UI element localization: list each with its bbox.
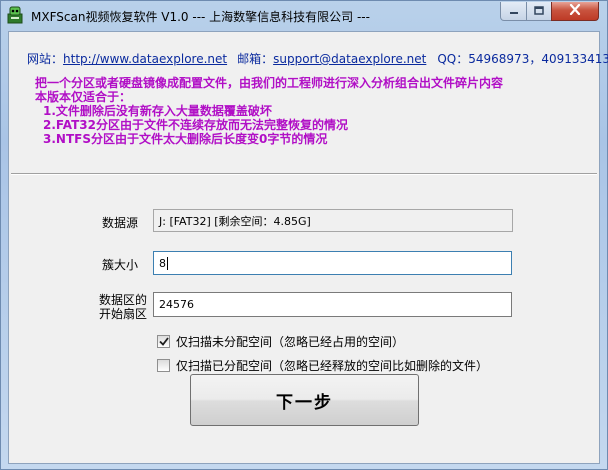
section-divider (11, 173, 597, 175)
intro-item-3: 3.NTFS分区由于文件太大删除后长度变0字节的情况 (43, 132, 328, 146)
scan-allocated-checkbox[interactable] (157, 359, 170, 372)
scan-unallocated-label: 仅扫描未分配空间（忽略已经占用的空间） (176, 335, 405, 349)
app-window: MXFScan视频恢复软件 V1.0 --- 上海数擎信息科技有限公司 --- … (0, 0, 608, 470)
scan-allocated-label: 仅扫描已分配空间（忽略已经释放的空间比如删除的文件） (176, 359, 489, 373)
window-title: MXFScan视频恢复软件 V1.0 --- 上海数擎信息科技有限公司 --- (31, 10, 370, 24)
site-label: 网站： (27, 52, 64, 66)
start-sector-label-line1: 数据区的 (99, 293, 148, 307)
title-bar[interactable]: MXFScan视频恢复软件 V1.0 --- 上海数擎信息科技有限公司 --- (1, 1, 607, 31)
minimize-button[interactable] (500, 2, 527, 21)
site-link[interactable]: http://www.dataexplore.net (63, 52, 227, 66)
intro-item-1: 1.文件删除后没有新存入大量数据覆盖破坏 (43, 104, 272, 118)
mail-link[interactable]: support@dataexplore.net (273, 52, 426, 66)
start-sector-label-line2: 开始扇区 (99, 307, 148, 321)
start-sector-input[interactable]: 24576 (153, 292, 512, 317)
check-icon (158, 335, 169, 349)
source-label: 数据源 (102, 216, 139, 230)
text-caret (167, 256, 168, 270)
scan-allocated-option[interactable]: 仅扫描已分配空间（忽略已经释放的空间比如删除的文件） (157, 357, 488, 374)
qq-numbers: 54968973，409133413 (468, 52, 608, 66)
mail-label: 邮箱： (237, 52, 274, 66)
close-button[interactable] (551, 2, 599, 21)
app-icon (7, 6, 23, 24)
close-icon (569, 3, 581, 18)
intro-line-1: 把一个分区或者硬盘镜像成配置文件，由我们的工程师进行深入分析组合出文件碎片内容 (35, 76, 504, 90)
qq-label: QQ： (437, 52, 469, 66)
source-field: J: [FAT32] [剩余空间：4.85G] (153, 209, 513, 232)
maximize-icon (534, 4, 544, 18)
contact-line: 网站：http://www.dataexplore.net 邮箱：support@… (27, 50, 608, 67)
intro-line-2: 本版本仅适合于： (35, 90, 132, 104)
intro-text: 把一个分区或者硬盘镜像成配置文件，由我们的工程师进行深入分析组合出文件碎片内容 … (35, 76, 503, 146)
scan-unallocated-checkbox[interactable] (157, 335, 170, 348)
start-sector-label: 数据区的 开始扇区 (99, 293, 147, 321)
cluster-size-label: 簇大小 (102, 258, 139, 272)
intro-item-2: 2.FAT32分区由于文件不连续存放而无法完整恢复的情况 (43, 118, 348, 132)
client-area: 网站：http://www.dataexplore.net 邮箱：support@… (8, 31, 608, 464)
cluster-size-value: 8 (159, 256, 166, 270)
next-button[interactable]: 下一步 (190, 374, 419, 426)
minimize-icon (509, 4, 519, 18)
scan-unallocated-option[interactable]: 仅扫描未分配空间（忽略已经占用的空间） (157, 333, 404, 350)
cluster-size-input[interactable]: 8 (153, 251, 512, 275)
maximize-button[interactable] (526, 2, 552, 21)
